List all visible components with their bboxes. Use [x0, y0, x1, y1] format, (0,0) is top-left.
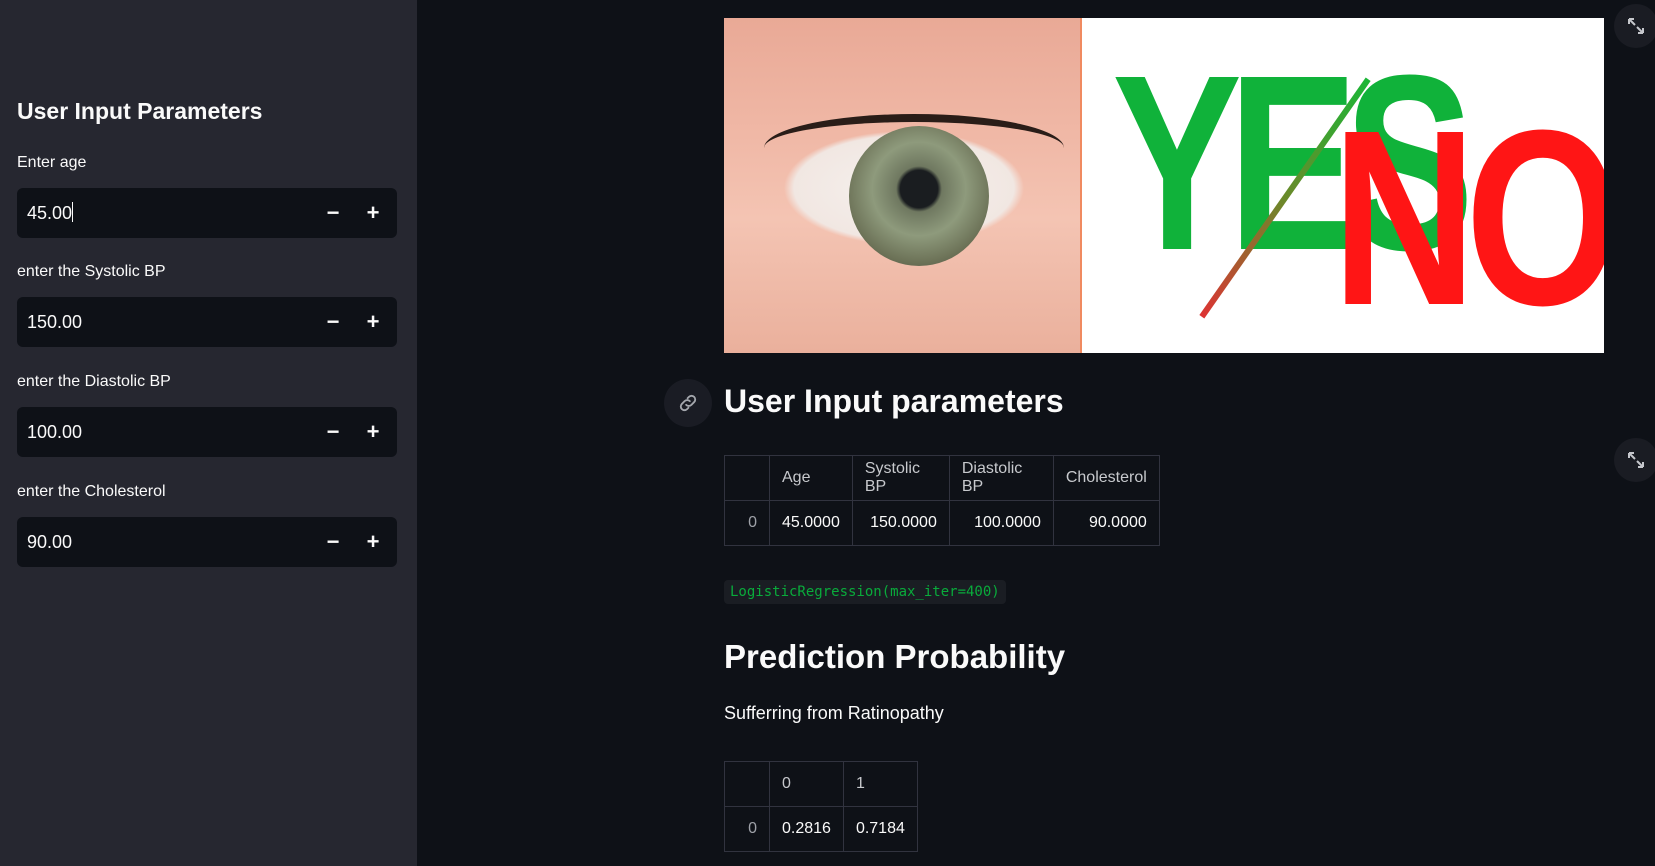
- expand-icon[interactable]: [1614, 438, 1655, 482]
- table-header-cell[interactable]: Diastolic BP: [948, 455, 1054, 501]
- table-cell: 100.0000: [948, 500, 1054, 546]
- systolic-label: enter the Systolic BP: [17, 263, 166, 280]
- probability-table: 0 1 0 0.2816 0.7184: [724, 761, 918, 852]
- cholesterol-increment-button[interactable]: +: [353, 517, 393, 567]
- systolic-value[interactable]: 150.00: [17, 312, 313, 333]
- table-row: 0 45.0000 150.0000 100.0000 90.0000: [724, 500, 1160, 546]
- table-header-cell[interactable]: Cholesterol: [1052, 455, 1160, 501]
- banner-image: YES NO: [724, 18, 1604, 353]
- table-index-cell: 0: [724, 806, 770, 852]
- diastolic-decrement-button[interactable]: −: [313, 407, 353, 457]
- section-title: User Input parameters: [724, 383, 1064, 419]
- age-decrement-button[interactable]: −: [313, 188, 353, 238]
- prediction-title: Prediction Probability: [724, 638, 1066, 675]
- table-header-cell[interactable]: [724, 455, 770, 501]
- expand-arrows-glyph: [1628, 18, 1644, 34]
- table-cell: 0.7184: [842, 806, 918, 852]
- chain-link-glyph: [679, 394, 697, 412]
- systolic-increment-button[interactable]: +: [353, 297, 393, 347]
- diastolic-increment-button[interactable]: +: [353, 407, 393, 457]
- cholesterol-input[interactable]: 90.00 − +: [17, 517, 397, 567]
- text-caret: [72, 202, 74, 222]
- table-cell: 150.0000: [851, 500, 950, 546]
- sidebar: User Input Parameters Enter age 45.00 − …: [0, 0, 417, 866]
- table-header-cell[interactable]: 1: [842, 761, 918, 807]
- table-header-cell[interactable]: Age: [769, 455, 853, 501]
- cholesterol-decrement-button[interactable]: −: [313, 517, 353, 567]
- expand-icon[interactable]: [1614, 4, 1655, 48]
- age-input[interactable]: 45.00 − +: [17, 188, 397, 238]
- table-header-cell[interactable]: Systolic BP: [851, 455, 950, 501]
- diastolic-value[interactable]: 100.00: [17, 422, 313, 443]
- age-value[interactable]: 45.00: [27, 203, 72, 223]
- age-label: Enter age: [17, 154, 87, 171]
- diastolic-label: enter the Diastolic BP: [17, 373, 171, 390]
- yes-no-graphic: YES NO: [1082, 18, 1604, 353]
- table-cell: 0.2816: [769, 806, 844, 852]
- model-code: LogisticRegression(max_iter=400): [724, 580, 1006, 604]
- no-text: NO: [1332, 78, 1604, 353]
- systolic-decrement-button[interactable]: −: [313, 297, 353, 347]
- table-index-cell: 0: [724, 500, 770, 546]
- expand-arrows-glyph: [1628, 452, 1644, 468]
- table-row: 0 0.2816 0.7184: [724, 806, 918, 852]
- eye-photo: [724, 18, 1082, 353]
- table-header-row: Age Systolic BP Diastolic BP Cholesterol: [724, 455, 1160, 501]
- age-increment-button[interactable]: +: [353, 188, 393, 238]
- input-parameters-table: Age Systolic BP Diastolic BP Cholesterol…: [724, 455, 1160, 546]
- link-icon[interactable]: [664, 379, 712, 427]
- table-header-cell[interactable]: [724, 761, 770, 807]
- cholesterol-label: enter the Cholesterol: [17, 483, 166, 500]
- prediction-text: Sufferring from Ratinopathy: [724, 703, 944, 723]
- table-header-row: 0 1: [724, 761, 918, 807]
- table-header-cell[interactable]: 0: [769, 761, 844, 807]
- table-cell: 45.0000: [769, 500, 853, 546]
- iris: [849, 126, 989, 266]
- systolic-input[interactable]: 150.00 − +: [17, 297, 397, 347]
- cholesterol-value[interactable]: 90.00: [17, 532, 313, 553]
- diastolic-input[interactable]: 100.00 − +: [17, 407, 397, 457]
- table-cell: 90.0000: [1052, 500, 1160, 546]
- sidebar-title: User Input Parameters: [17, 98, 263, 124]
